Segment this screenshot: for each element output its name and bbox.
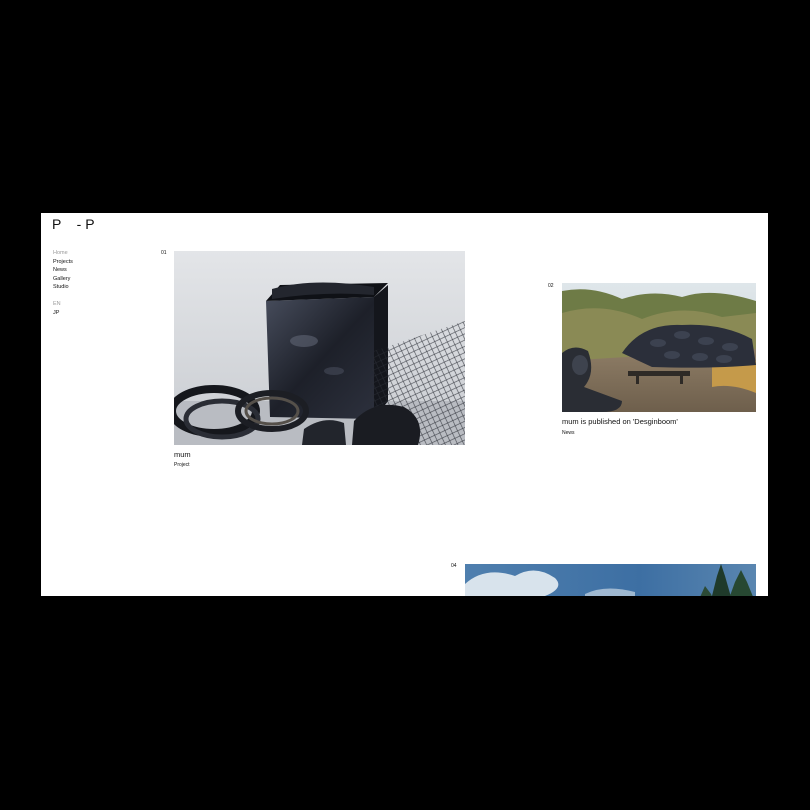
nav-item-projects[interactable]: Projects [53,258,73,267]
main-nav: Home Projects News Gallery Studio [53,249,73,292]
card-category[interactable]: Project [174,462,190,468]
site-logo[interactable]: P - P [52,216,95,232]
card-number: 01 [161,250,167,256]
card-image-sculpture[interactable] [174,251,465,445]
card-image-sky[interactable] [465,564,756,596]
lang-item-jp[interactable]: JP [53,309,61,318]
card-image-landscape[interactable] [562,283,756,412]
nav-item-studio[interactable]: Studio [53,283,73,292]
card-number: 04 [451,563,457,569]
nav-item-news[interactable]: News [53,266,73,275]
card-category[interactable]: News [562,430,575,436]
black-sculpture-photo [174,251,465,445]
card-title[interactable]: mum is published on 'Desginboom' [562,417,678,426]
sky-trees-photo [465,564,756,596]
language-switcher: EN JP [53,300,61,317]
card-number: 02 [548,283,554,289]
card-title[interactable]: mum [174,450,191,459]
lang-item-en[interactable]: EN [53,300,61,309]
tire-pile-landscape-photo [562,283,756,412]
nav-item-home[interactable]: Home [53,249,73,258]
page-canvas: P - P Home Projects News Gallery Studio … [41,213,768,596]
nav-item-gallery[interactable]: Gallery [53,275,73,284]
